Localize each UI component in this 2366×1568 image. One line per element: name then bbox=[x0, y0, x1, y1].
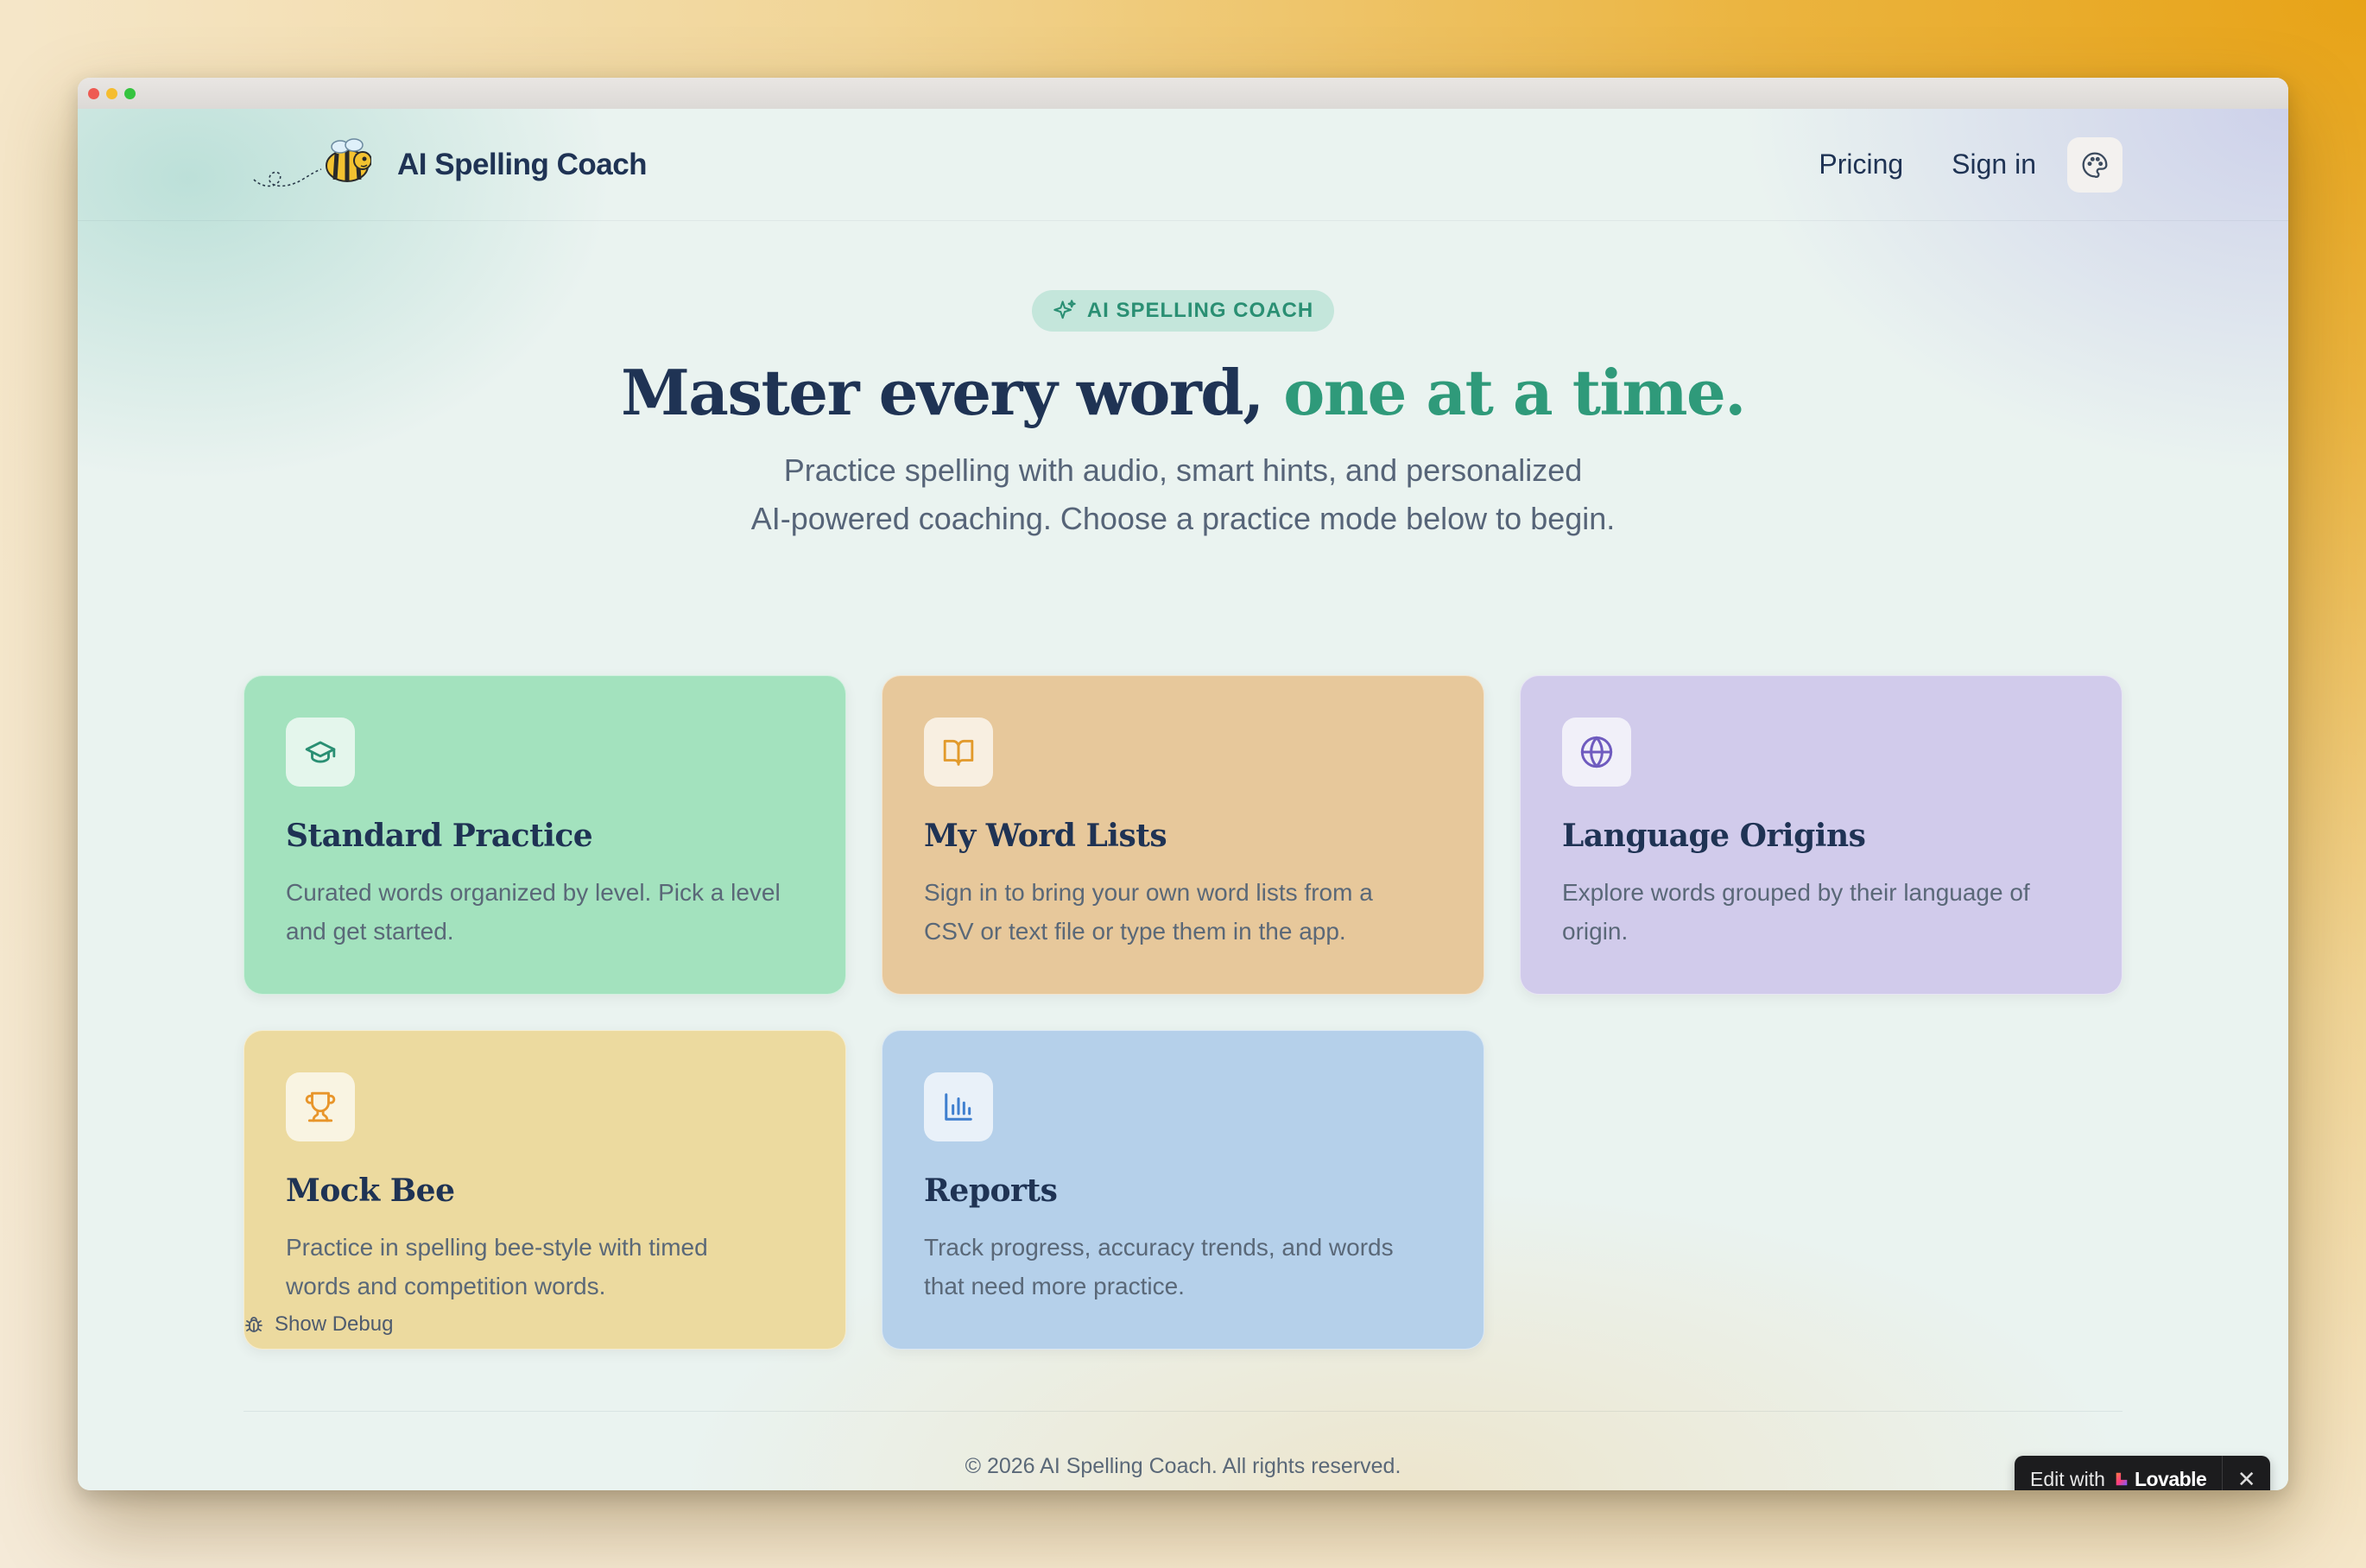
top-nav: AI Spelling Coach Pricing Sign in bbox=[78, 109, 2288, 221]
bar-chart-icon bbox=[945, 1093, 972, 1121]
close-window-button[interactable] bbox=[88, 87, 99, 99]
card-description: Sign in to bring your own word lists fro… bbox=[924, 873, 1442, 951]
brand-name: AI Spelling Coach bbox=[397, 147, 648, 181]
headline-accent: one at a time. bbox=[1283, 356, 1746, 429]
card-desc-line-2: and get started. bbox=[286, 918, 454, 945]
pricing-link[interactable]: Pricing bbox=[1819, 149, 1903, 180]
minimize-window-button[interactable] bbox=[106, 87, 117, 99]
card-icon-wrapper bbox=[286, 718, 355, 787]
my-word-lists-card[interactable]: My Word Lists Sign in to bring your own … bbox=[882, 675, 1484, 995]
card-description: Practice in spelling bee-style with time… bbox=[286, 1228, 804, 1306]
card-desc-line-1: Track progress, accuracy trends, and wor… bbox=[924, 1234, 1394, 1261]
practice-modes-grid: Standard Practice Curated words organize… bbox=[244, 675, 2122, 1350]
card-icon-wrapper bbox=[924, 718, 993, 787]
bee-icon bbox=[253, 137, 371, 187]
window-titlebar bbox=[78, 78, 2288, 109]
card-description: Explore words grouped by their language … bbox=[1562, 873, 2080, 951]
nav-links: Pricing Sign in bbox=[1819, 136, 2122, 193]
trophy-icon bbox=[305, 1091, 336, 1122]
theme-button[interactable] bbox=[2067, 136, 2122, 193]
card-desc-line-1: Sign in to bring your own word lists fro… bbox=[924, 879, 1373, 906]
lovable-brand: Lovable bbox=[2134, 1467, 2207, 1490]
sparkles-icon bbox=[1053, 300, 1076, 319]
card-title: My Word Lists bbox=[924, 818, 1167, 854]
hero-subtitle: Practice spelling with audio, smart hint… bbox=[78, 446, 2288, 543]
signin-link[interactable]: Sign in bbox=[1952, 149, 2036, 180]
bug-icon bbox=[245, 1317, 263, 1332]
book-open-icon bbox=[943, 739, 974, 766]
subtitle-line-1: Practice spelling with audio, smart hint… bbox=[783, 452, 1583, 488]
card-desc-line-2: that need more practice. bbox=[924, 1273, 1185, 1299]
page: AI Spelling Coach Pricing Sign in AI SPE… bbox=[78, 109, 2288, 1490]
hero-badge: AI SPELLING COACH bbox=[1031, 290, 1335, 332]
card-icon-wrapper bbox=[286, 1072, 355, 1141]
browser-window: AI Spelling Coach Pricing Sign in AI SPE… bbox=[78, 78, 2288, 1490]
show-debug-label: Show Debug bbox=[275, 1312, 394, 1336]
palette-icon bbox=[2082, 152, 2108, 178]
close-icon[interactable]: ✕ bbox=[2223, 1466, 2270, 1491]
card-title: Reports bbox=[924, 1173, 1058, 1209]
card-desc-line-1: Curated words organized by level. Pick a… bbox=[286, 879, 781, 906]
reports-card[interactable]: Reports Track progress, accuracy trends,… bbox=[882, 1030, 1484, 1350]
show-debug-button[interactable]: Show Debug bbox=[244, 1312, 393, 1337]
lovable-prefix: Edit with bbox=[2030, 1467, 2105, 1490]
footer-divider bbox=[244, 1411, 2122, 1412]
headline-main: Master every word, bbox=[621, 356, 1284, 429]
card-title: Language Origins bbox=[1562, 818, 1866, 854]
card-description: Track progress, accuracy trends, and wor… bbox=[924, 1228, 1442, 1306]
card-description: Curated words organized by level. Pick a… bbox=[286, 873, 804, 951]
subtitle-line-2: AI-powered coaching. Choose a practice m… bbox=[750, 501, 1616, 536]
card-desc-line-1: Explore words grouped by their language … bbox=[1562, 879, 2030, 906]
hero-badge-label: AI SPELLING COACH bbox=[1086, 299, 1314, 322]
card-title: Mock Bee bbox=[286, 1173, 455, 1209]
maximize-window-button[interactable] bbox=[124, 87, 136, 99]
card-desc-line-2: origin. bbox=[1562, 918, 1629, 945]
card-icon-wrapper bbox=[1562, 718, 1631, 787]
edit-with-lovable-badge[interactable]: Edit with Lovable ✕ bbox=[2015, 1456, 2270, 1490]
card-desc-line-2: CSV or text file or type them in the app… bbox=[924, 918, 1346, 945]
card-title: Standard Practice bbox=[286, 818, 593, 854]
language-origins-card[interactable]: Language Origins Explore words grouped b… bbox=[1520, 675, 2122, 995]
footer-copyright: © 2026 AI Spelling Coach. All rights res… bbox=[965, 1454, 1401, 1478]
mock-bee-card[interactable]: Mock Bee Practice in spelling bee-style … bbox=[244, 1030, 846, 1350]
brand[interactable]: AI Spelling Coach bbox=[250, 135, 648, 195]
lovable-heart-icon bbox=[2116, 1472, 2128, 1486]
card-desc-line-1: Practice in spelling bee-style with time… bbox=[286, 1234, 708, 1261]
globe-icon bbox=[1580, 736, 1613, 768]
card-icon-wrapper bbox=[924, 1072, 993, 1141]
page-title: Master every word, one at a time. bbox=[78, 356, 2288, 429]
graduation-cap-icon bbox=[305, 741, 336, 763]
standard-practice-card[interactable]: Standard Practice Curated words organize… bbox=[244, 675, 846, 995]
card-desc-line-2: words and competition words. bbox=[286, 1273, 606, 1299]
hero: AI SPELLING COACH Master every word, one… bbox=[78, 290, 2288, 543]
